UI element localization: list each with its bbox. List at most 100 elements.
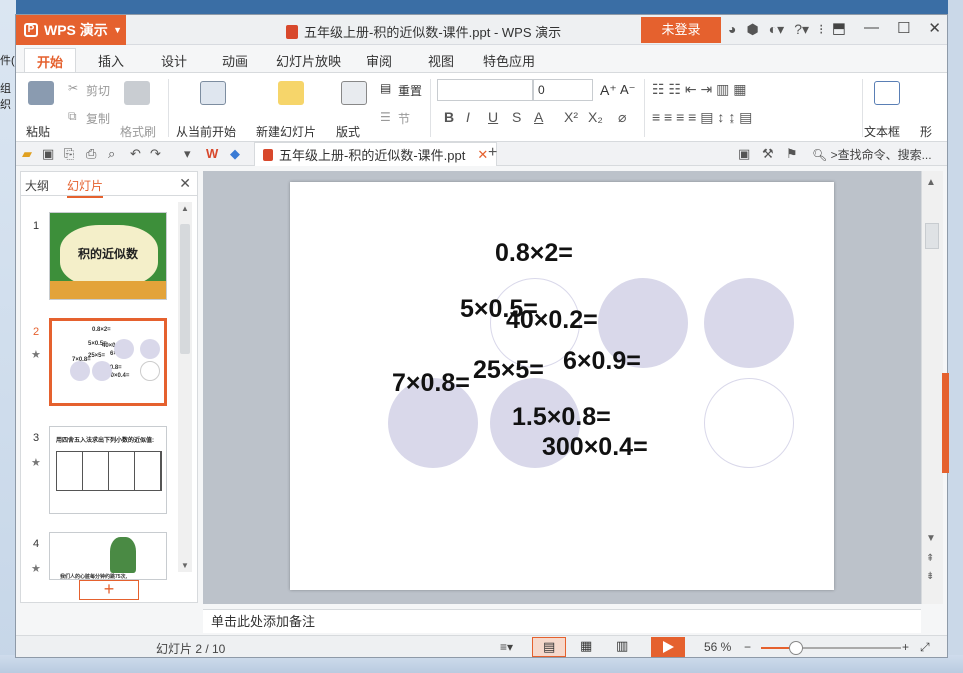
scroll-down-icon[interactable]: ▼	[926, 533, 936, 544]
font-name-input[interactable]	[437, 79, 533, 101]
close-tab-icon[interactable]: ✕	[477, 147, 488, 163]
scissors-icon[interactable]: ✂	[68, 81, 78, 95]
maximize-button[interactable]: ☐	[897, 19, 910, 37]
dialog-icon[interactable]: ◐▾	[769, 21, 784, 38]
notes-placeholder[interactable]: 单击此处添加备注	[203, 609, 921, 633]
from-current-button[interactable]: 从当前开始	[176, 123, 236, 140]
scroll-up-icon[interactable]: ▲	[181, 204, 189, 213]
reading-view-button[interactable]: ▥	[606, 637, 640, 657]
new-slide-icon[interactable]	[278, 81, 304, 105]
cube-icon[interactable]: ◆	[230, 146, 240, 162]
scroll-thumb[interactable]	[180, 224, 190, 354]
grow-font-icon[interactable]: A⁺	[600, 82, 617, 99]
shape-button[interactable]: 形	[920, 123, 932, 140]
close-button[interactable]: ✕	[928, 19, 941, 37]
format-painter-icon[interactable]	[124, 81, 150, 105]
strikethrough-icon[interactable]: S	[512, 109, 521, 125]
preview-icon[interactable]: ⌕	[108, 146, 115, 162]
next-slide-icon[interactable]: ⇟	[926, 571, 934, 582]
normal-view-button[interactable]: ▤	[532, 637, 566, 657]
section-icon[interactable]: ☰	[380, 110, 391, 124]
tab-home[interactable]: 开始	[24, 48, 77, 74]
equation-text[interactable]: 25×5=	[473, 356, 544, 385]
layout-button[interactable]: 版式	[336, 123, 360, 140]
current-slide[interactable]: 0.8×2= 5×0.5= 40×0.2= 25×5= 6×0.9= 7×0.8…	[290, 182, 834, 590]
equation-text[interactable]: 300×0.4=	[542, 433, 648, 462]
tab-animation[interactable]: 动画	[222, 51, 248, 70]
zoom-knob[interactable]	[789, 641, 803, 655]
gift-icon[interactable]: ⬢	[746, 21, 758, 38]
command-search[interactable]: 🔍︎ >查找命令、搜索...	[812, 146, 932, 163]
scroll-thumb[interactable]	[925, 223, 939, 249]
paste-icon[interactable]	[28, 81, 54, 105]
app-menu-button[interactable]: P WPS 演示 ▼	[16, 15, 126, 45]
help-icon[interactable]: ?▾	[794, 21, 809, 38]
slide-thumbnail-4[interactable]: 我们人的心脏每分钟约跳75次,	[49, 532, 167, 580]
close-pane-icon[interactable]: ✕	[179, 175, 191, 192]
view-icon[interactable]: ▣	[738, 146, 750, 162]
copy-icon[interactable]: ⧉	[68, 109, 77, 124]
redo-icon[interactable]: ↷	[150, 146, 161, 162]
reset-button[interactable]: 重置	[398, 82, 422, 99]
wps-w-icon[interactable]: W	[206, 146, 218, 161]
zoom-slider[interactable]	[761, 641, 901, 655]
skin-icon[interactable]: ◕	[728, 21, 736, 38]
login-button[interactable]: 未登录	[641, 17, 721, 43]
more-icon[interactable]: ⁝	[819, 21, 823, 38]
clear-format-icon[interactable]: ⌀	[618, 109, 626, 126]
zoom-out-icon[interactable]: −	[744, 640, 751, 654]
play-slideshow-button[interactable]	[651, 637, 685, 657]
open-icon[interactable]: ▰	[22, 146, 32, 162]
minimize-button[interactable]: —	[864, 19, 879, 37]
save-icon[interactable]: ▣	[42, 146, 54, 162]
fit-window-icon[interactable]: ⤢	[920, 640, 930, 655]
reset-icon[interactable]: ▤	[380, 81, 391, 95]
pdf-icon[interactable]: ⎘	[64, 146, 74, 162]
equation-text[interactable]: 40×0.2=	[506, 306, 598, 335]
bold-icon[interactable]: B	[444, 109, 454, 125]
equation-text[interactable]: 6×0.9=	[563, 347, 641, 376]
font-color-icon[interactable]: A	[534, 109, 543, 125]
tab-slideshow[interactable]: 幻灯片放映	[276, 51, 341, 70]
pin-icon[interactable]: ⬒	[832, 19, 846, 37]
layout-icon[interactable]	[341, 81, 367, 105]
font-size-input[interactable]: 0	[533, 79, 593, 101]
notes-toggle-icon[interactable]: ≡▾	[500, 640, 513, 654]
sorter-view-button[interactable]: ▦	[570, 637, 604, 657]
tab-view[interactable]: 视图	[428, 51, 454, 70]
document-tab[interactable]: 五年级上册-积的近似数-课件.ppt ✕	[254, 142, 498, 166]
slide-thumbnail-1[interactable]: 积的近似数	[49, 212, 167, 300]
copy-button[interactable]: 复制	[86, 110, 110, 127]
prev-slide-icon[interactable]: ⇞	[926, 553, 934, 564]
cut-button[interactable]: 剪切	[86, 82, 110, 99]
format-painter-button[interactable]: 格式刷	[120, 123, 156, 140]
underline-icon[interactable]: U	[488, 109, 498, 125]
tools-icon[interactable]: ⚒	[762, 146, 774, 162]
slideshow-icon[interactable]	[200, 81, 226, 105]
slide-thumbnail-3[interactable]: 用四舍五入法求出下列小数的近似值:	[49, 426, 167, 514]
paste-button[interactable]: 粘贴	[26, 123, 50, 140]
tab-slides[interactable]: 幻灯片	[67, 177, 104, 198]
tab-review[interactable]: 审阅	[366, 51, 392, 70]
textbox-button[interactable]: 文本框	[864, 123, 900, 140]
subscript-icon[interactable]: X₂	[588, 109, 603, 125]
textbox-icon[interactable]	[874, 81, 900, 105]
superscript-icon[interactable]: X²	[564, 109, 578, 125]
thumbnail-scrollbar[interactable]: ▲ ▼	[178, 202, 192, 572]
equation-text[interactable]: 7×0.8=	[392, 369, 470, 398]
scroll-down-icon[interactable]: ▼	[181, 561, 189, 570]
tab-outline[interactable]: 大纲	[25, 177, 49, 194]
scroll-up-icon[interactable]: ▲	[926, 177, 936, 188]
equation-text[interactable]: 0.8×2=	[495, 239, 573, 268]
new-tab-icon[interactable]: +	[488, 144, 497, 162]
align-tools-icon[interactable]: ≡ ≡ ≡ ≡ ▤ ↕ ↨ ▤	[652, 109, 752, 126]
customize-icon[interactable]: ▾	[184, 146, 191, 162]
side-panel-toggle[interactable]	[942, 373, 949, 473]
italic-icon[interactable]: I	[466, 109, 470, 125]
zoom-in-icon[interactable]: +	[902, 640, 909, 654]
shrink-font-icon[interactable]: A⁻	[620, 82, 636, 98]
print-icon[interactable]: ⎙	[86, 146, 96, 162]
paragraph-tools-icon[interactable]: ☷ ☷ ⇤ ⇥ ▥ ▦	[652, 81, 746, 98]
slide-scrollbar[interactable]: ▲ ▼ ⇞ ⇟	[921, 171, 943, 604]
tab-design[interactable]: 设计	[161, 51, 187, 70]
